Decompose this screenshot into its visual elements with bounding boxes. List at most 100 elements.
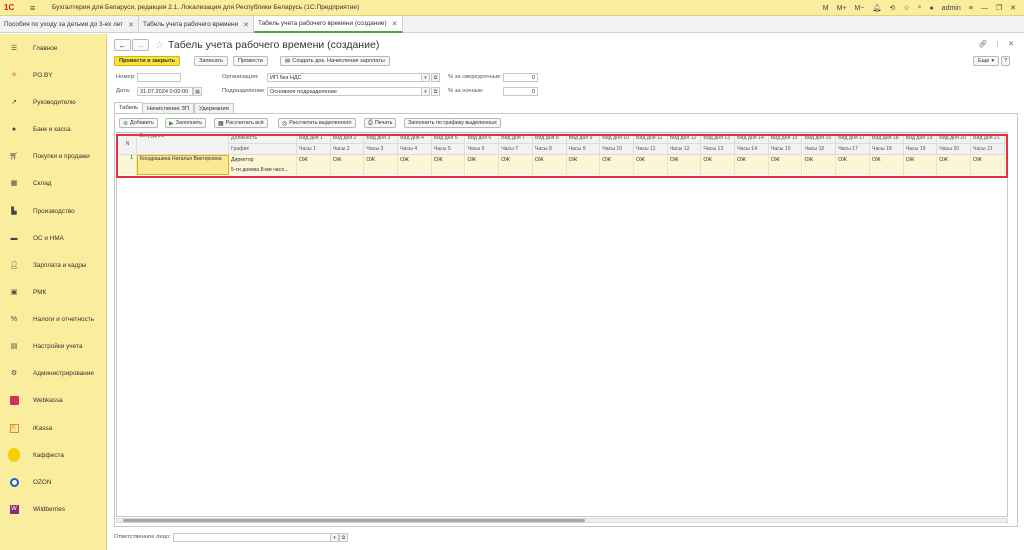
column-header-hours[interactable]: Часы 6	[465, 144, 500, 155]
hours-cell[interactable]	[802, 165, 837, 175]
date-field[interactable]: 31.07.2024 0:00:00	[137, 87, 193, 96]
column-header-day-type[interactable]: Вид дня 5	[431, 133, 466, 144]
column-header-hours[interactable]: Часы 17	[836, 144, 870, 155]
help-button[interactable]: ?	[1001, 56, 1011, 66]
more-button[interactable]: Еще ▾	[973, 56, 1000, 66]
day-type-cell[interactable]: ОЖ	[768, 155, 803, 165]
hours-cell[interactable]	[566, 165, 601, 175]
day-type-cell[interactable]: ОЖ	[465, 155, 500, 165]
tab-child-benefit[interactable]: Пособия по уходу за детьми до 3-ех лет ✕	[0, 16, 139, 33]
column-header-hours[interactable]: Часы 19	[903, 144, 938, 155]
sidebar-item-bank[interactable]: ● Банк и касса	[8, 123, 71, 135]
column-header-employee[interactable]: Сотрудник	[137, 133, 229, 155]
column-header-hours[interactable]: Часы 5	[431, 144, 466, 155]
day-type-cell[interactable]: ОЖ	[971, 155, 1005, 165]
close-tab-icon[interactable]: ✕	[392, 20, 398, 28]
day-type-cell[interactable]: ОЖ	[701, 155, 736, 165]
sidebar-item-ozon[interactable]: OZON	[8, 476, 51, 488]
memory-minus-button[interactable]: M−	[855, 5, 865, 12]
day-type-cell[interactable]: ОЖ	[903, 155, 938, 165]
dept-dropdown-icon[interactable]: ▾	[421, 87, 430, 96]
calculate-all-button[interactable]: ▦ Рассчитать всё	[214, 118, 268, 128]
column-header-day-type[interactable]: Вид дня 19	[903, 133, 938, 144]
column-header-hours[interactable]: Часы 18	[869, 144, 904, 155]
day-type-cell[interactable]: ОЖ	[869, 155, 904, 165]
hours-cell[interactable]	[735, 165, 769, 175]
sidebar-item-main[interactable]: ☰ Главное	[8, 42, 58, 54]
dept-open-icon[interactable]: ⧉	[431, 87, 440, 96]
minimize-icon[interactable]: —	[981, 5, 988, 12]
column-header-hours[interactable]: Часы 12	[667, 144, 702, 155]
forward-button[interactable]: →	[132, 39, 149, 51]
column-header-hours[interactable]: Часы 21	[971, 144, 1005, 155]
hours-cell[interactable]	[297, 165, 331, 175]
responsible-open-icon[interactable]: ⧉	[339, 533, 348, 542]
sidebar-item-poby[interactable]: ✳ PO.BY	[8, 69, 52, 81]
hours-cell[interactable]	[600, 165, 634, 175]
restore-icon[interactable]: ❐	[996, 4, 1002, 12]
column-header-day-type[interactable]: Вид дня 20	[937, 133, 971, 144]
memory-m-button[interactable]: M	[823, 5, 829, 12]
sidebar-item-taxes[interactable]: % Налоги и отчетность	[8, 313, 94, 325]
column-header-day-type[interactable]: Вид дня 21	[971, 133, 1005, 144]
save-button[interactable]: Записать	[194, 56, 228, 66]
column-header-hours[interactable]: Часы 15	[768, 144, 803, 155]
hours-cell[interactable]	[532, 165, 567, 175]
column-header-day-type[interactable]: Вид дня 12	[667, 133, 702, 144]
sidebar-item-purchases[interactable]: 🛒︎ Покупки и продажи	[8, 150, 90, 162]
column-header-hours[interactable]: Часы 3	[364, 144, 399, 155]
sidebar-item-warehouse[interactable]: ▦ Склад	[8, 177, 52, 189]
column-header-day-type[interactable]: Вид дня 14	[735, 133, 769, 144]
fill-button[interactable]: ▶ Заполнить	[165, 118, 207, 128]
tab-timesheet[interactable]: Табель	[114, 102, 144, 113]
day-type-cell[interactable]: ОЖ	[499, 155, 533, 165]
sidebar-item-salary[interactable]: 👤︎ Зарплата и кадры	[8, 259, 87, 271]
history-icon[interactable]: ⟲	[889, 4, 895, 12]
day-type-cell[interactable]: ОЖ	[937, 155, 971, 165]
add-button[interactable]: ⊕ Добавить	[119, 118, 158, 128]
column-header-day-type[interactable]: Вид дня 13	[701, 133, 736, 144]
org-open-icon[interactable]: ⧉	[431, 73, 440, 82]
hours-cell[interactable]	[634, 165, 668, 175]
column-header-day-type[interactable]: Вид дня 1	[297, 133, 331, 144]
timesheet-table[interactable]: N Сотрудник Должность График Вид дня 1 Часы 1…	[116, 132, 1008, 517]
column-header-day-type[interactable]: Вид дня 16	[802, 133, 837, 144]
column-header-day-type[interactable]: Вид дня 17	[836, 133, 870, 144]
hours-cell[interactable]	[398, 165, 432, 175]
column-header-hours[interactable]: Часы 13	[701, 144, 736, 155]
hours-cell[interactable]	[869, 165, 904, 175]
sidebar-item-settings[interactable]: ▤ Настройки учета	[8, 340, 83, 352]
position-cell[interactable]: Директор	[229, 155, 297, 165]
column-header-day-type[interactable]: Вид дня 15	[768, 133, 803, 144]
column-header-hours[interactable]: Часы 14	[735, 144, 769, 155]
employee-cell[interactable]: Кондрашина Наталья Викторовна	[137, 155, 229, 175]
calculate-selected-button[interactable]: ◎ Рассчитать выделенного	[278, 118, 356, 128]
scrollbar-thumb[interactable]	[123, 519, 585, 522]
schedule-cell[interactable]: 5-ти дневка 8-ми часо...	[229, 165, 297, 175]
column-header-n[interactable]: N	[117, 133, 137, 155]
main-menu-icon[interactable]: ≡	[30, 3, 44, 13]
hours-cell[interactable]	[768, 165, 803, 175]
day-type-cell[interactable]: ОЖ	[600, 155, 634, 165]
overtime-field[interactable]: 0	[503, 73, 538, 82]
day-type-cell[interactable]: ОЖ	[667, 155, 702, 165]
hours-cell[interactable]	[701, 165, 736, 175]
sidebar-item-wildberries[interactable]: W Wildberries	[8, 503, 65, 515]
column-header-day-type[interactable]: Вид дня 8	[532, 133, 567, 144]
tab-payroll[interactable]: Начисление ЗП	[142, 103, 194, 113]
back-button[interactable]: ←	[114, 39, 131, 51]
hours-cell[interactable]	[667, 165, 702, 175]
sidebar-item-ikassa[interactable]: KiKassa	[8, 422, 52, 434]
day-type-cell[interactable]: ОЖ	[398, 155, 432, 165]
settings-icon[interactable]: ≡	[969, 5, 973, 12]
hours-cell[interactable]	[364, 165, 399, 175]
row-number[interactable]: 1	[117, 155, 137, 175]
fill-by-schedule-button[interactable]: Заполнить по графику выделенных	[404, 118, 501, 128]
column-header-day-type[interactable]: Вид дня 3	[364, 133, 399, 144]
calendar-icon[interactable]: ▦	[193, 87, 202, 96]
column-header-hours[interactable]: Часы 20	[937, 144, 971, 155]
column-header-day-type[interactable]: Вид дня 10	[600, 133, 634, 144]
day-type-cell[interactable]: ОЖ	[566, 155, 601, 165]
column-header-day-type[interactable]: Вид дня 18	[869, 133, 904, 144]
responsible-dropdown-icon[interactable]: ▾	[330, 533, 339, 542]
